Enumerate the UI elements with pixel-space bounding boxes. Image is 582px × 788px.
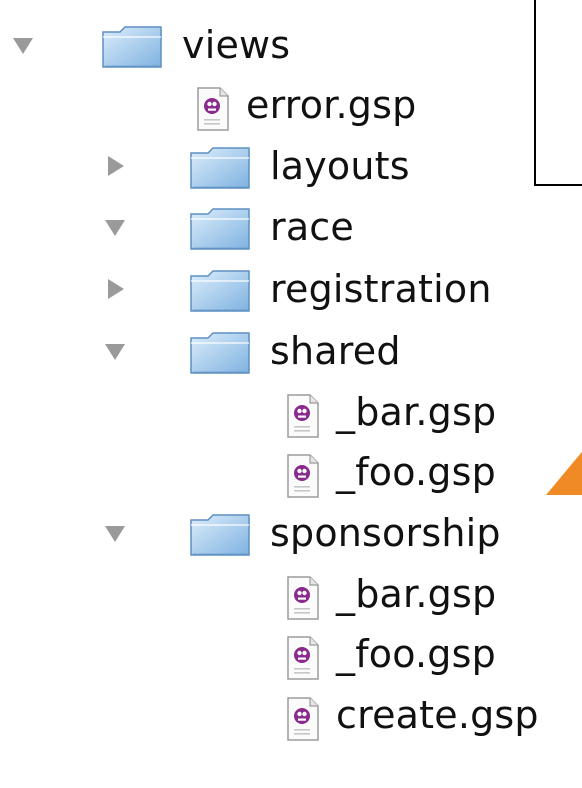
gsp-file-icon	[286, 393, 320, 439]
tree-folder-row[interactable]: shared	[0, 328, 582, 388]
tree-item-label: create.gsp	[336, 693, 539, 737]
tree-item-label: error.gsp	[246, 83, 417, 127]
disclosure-triangle-right-icon[interactable]	[104, 155, 126, 177]
folder-icon	[188, 330, 252, 376]
tree-item-label: shared	[270, 329, 401, 373]
gsp-file-icon	[286, 575, 320, 621]
tree-item-label: views	[182, 23, 291, 67]
tree-item-label: registration	[270, 267, 492, 311]
tree-item-label: _bar.gsp	[336, 572, 497, 616]
tree-folder-row[interactable]: registration	[0, 266, 582, 326]
disclosure-triangle-right-icon[interactable]	[104, 278, 126, 300]
folder-icon	[188, 268, 252, 314]
folder-icon	[188, 512, 252, 558]
file-tree: views error.gsp layouts race registration sha…	[0, 0, 582, 788]
tree-file-row[interactable]: _foo.gsp	[0, 449, 582, 509]
gsp-file-icon	[286, 453, 320, 499]
tree-file-row[interactable]: _bar.gsp	[0, 571, 582, 631]
folder-icon	[188, 145, 252, 191]
gsp-file-icon	[286, 696, 320, 742]
tree-item-label: _foo.gsp	[336, 450, 496, 494]
tree-item-label: race	[270, 205, 354, 249]
tree-file-row[interactable]: _bar.gsp	[0, 389, 582, 449]
callout-pointer	[546, 447, 582, 497]
tree-item-label: layouts	[270, 144, 410, 188]
tree-folder-row[interactable]: sponsorship	[0, 510, 582, 570]
folder-icon	[188, 206, 252, 252]
tree-folder-row[interactable]: views	[0, 22, 582, 82]
gsp-file-icon	[286, 635, 320, 681]
disclosure-triangle-down-icon[interactable]	[104, 522, 126, 544]
tree-folder-row[interactable]: race	[0, 204, 582, 264]
tree-folder-row[interactable]: layouts	[0, 143, 582, 203]
folder-icon	[100, 24, 164, 70]
tree-item-label: sponsorship	[270, 511, 501, 555]
tree-file-row[interactable]: _foo.gsp	[0, 631, 582, 691]
tree-item-label: _bar.gsp	[336, 390, 497, 434]
tree-file-row[interactable]: create.gsp	[0, 692, 582, 752]
tree-item-label: _foo.gsp	[336, 632, 496, 676]
gsp-file-icon	[196, 86, 230, 132]
callout-box	[534, 0, 582, 186]
disclosure-triangle-down-icon[interactable]	[12, 34, 34, 56]
tree-file-row[interactable]: error.gsp	[0, 82, 582, 142]
disclosure-triangle-down-icon[interactable]	[104, 340, 126, 362]
disclosure-triangle-down-icon[interactable]	[104, 216, 126, 238]
